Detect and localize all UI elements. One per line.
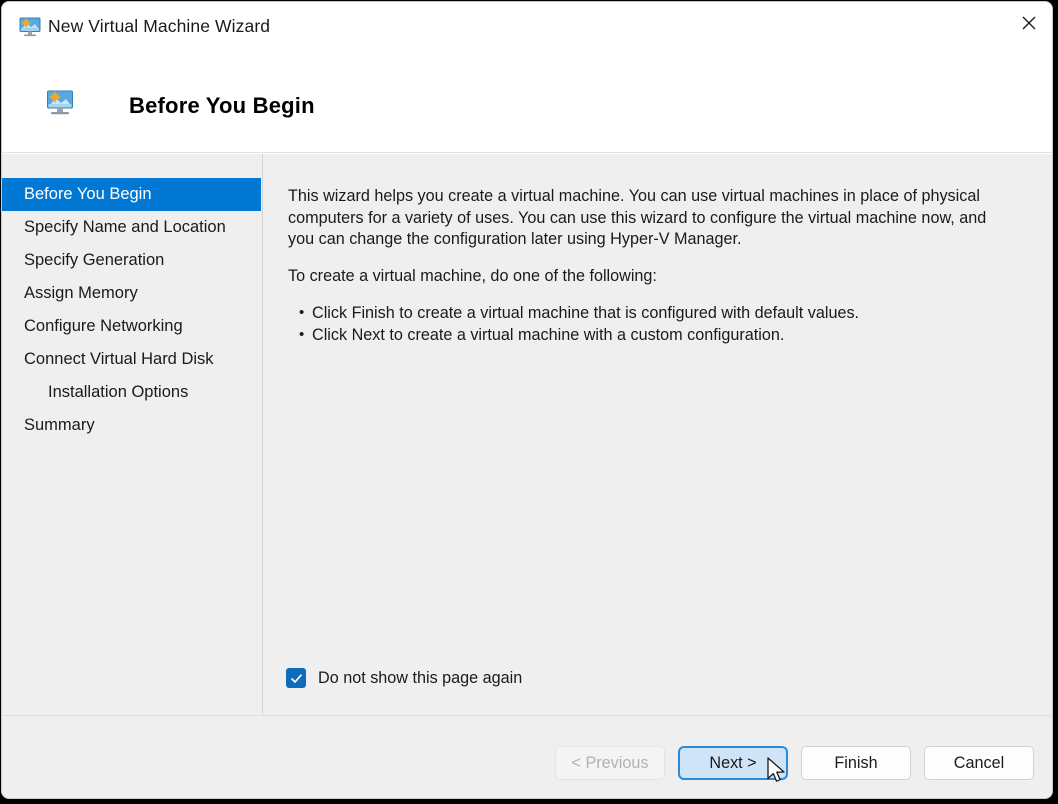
sidebar-item-specify-generation[interactable]: Specify Generation [2, 244, 262, 277]
sidebar-item-configure-networking[interactable]: Configure Networking [2, 310, 262, 343]
instruction-paragraph: To create a virtual machine, do one of t… [288, 267, 657, 285]
page-header: Before You Begin [2, 53, 1052, 153]
do-not-show-checkbox-label: Do not show this page again [318, 668, 523, 687]
check-icon [290, 673, 302, 683]
next-button[interactable]: Next > [678, 746, 788, 780]
sidebar-item-installation-options[interactable]: Installation Options [2, 376, 262, 409]
sidebar-item-connect-virtual-hard-disk[interactable]: Connect Virtual Hard Disk [2, 343, 262, 376]
window-title: New Virtual Machine Wizard [48, 16, 271, 36]
virtual-machine-icon [19, 17, 41, 37]
wizard-footer: < Previous Next > Finish Cancel [2, 715, 1052, 798]
finish-button[interactable]: Finish [801, 746, 911, 780]
intro-paragraph: This wizard helps you create a virtual m… [288, 187, 987, 248]
sidebar-item-specify-name-and-location[interactable]: Specify Name and Location [2, 211, 262, 244]
wizard-steps-sidebar: Before You Begin Specify Name and Locati… [2, 154, 263, 715]
close-icon[interactable] [1005, 2, 1052, 44]
do-not-show-checkbox-row[interactable]: Do not show this page again [286, 668, 522, 688]
options-list: Click Finish to create a virtual machine… [290, 302, 859, 346]
new-virtual-machine-wizard-window: New Virtual Machine Wizard Before You Be… [1, 1, 1053, 799]
title-bar: New Virtual Machine Wizard [2, 2, 1052, 53]
do-not-show-checkbox[interactable] [286, 668, 306, 688]
list-item: Click Next to create a virtual machine w… [299, 324, 859, 346]
wizard-body: Before You Begin Specify Name and Locati… [2, 154, 1052, 715]
before-you-begin-icon [46, 89, 74, 117]
wizard-content-pane: This wizard helps you create a virtual m… [264, 154, 1052, 715]
list-item: Click Finish to create a virtual machine… [299, 302, 859, 324]
sidebar-item-summary[interactable]: Summary [2, 409, 262, 442]
sidebar-item-before-you-begin[interactable]: Before You Begin [2, 178, 261, 211]
previous-button[interactable]: < Previous [555, 746, 665, 780]
sidebar-item-assign-memory[interactable]: Assign Memory [2, 277, 262, 310]
cancel-button[interactable]: Cancel [924, 746, 1034, 780]
page-title: Before You Begin [129, 93, 315, 118]
